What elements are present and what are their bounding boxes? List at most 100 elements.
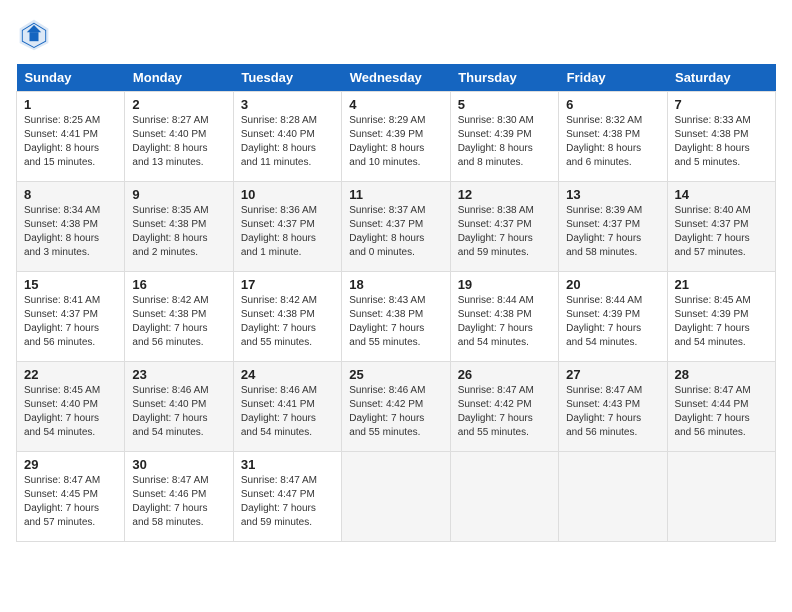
calendar-day: 2Sunrise: 8:27 AMSunset: 4:40 PMDaylight…	[125, 92, 233, 182]
calendar-day: 1 Sunrise: 8:25 AMSunset: 4:41 PMDaylight…	[17, 92, 125, 182]
calendar-day: 30 Sunrise: 8:47 AMSunset: 4:46 PMDayligh…	[125, 452, 233, 542]
header-friday: Friday	[559, 64, 667, 92]
calendar-day: 9 Sunrise: 8:35 AMSunset: 4:38 PMDaylight…	[125, 182, 233, 272]
calendar-day: 27 Sunrise: 8:47 AMSunset: 4:43 PMDayligh…	[559, 362, 667, 452]
calendar-day: 13Sunrise: 8:39 AMSunset: 4:37 PMDayligh…	[559, 182, 667, 272]
logo	[16, 16, 56, 52]
header-sunday: Sunday	[17, 64, 125, 92]
calendar-day: 24Sunrise: 8:46 AMSunset: 4:41 PMDayligh…	[233, 362, 341, 452]
calendar-day: 6Sunrise: 8:32 AMSunset: 4:38 PMDaylight…	[559, 92, 667, 182]
day-info: Sunrise: 8:37 AMSunset: 4:37 PMDaylight:…	[349, 204, 442, 260]
calendar-day: 21 Sunrise: 8:45 AMSunset: 4:39 PMDayligh…	[667, 272, 775, 362]
day-info: Sunrise: 8:47 AMSunset: 4:47 PMDaylight:…	[241, 474, 334, 530]
calendar-day: 5Sunrise: 8:30 AMSunset: 4:39 PMDaylight…	[450, 92, 558, 182]
day-number: 17	[241, 277, 334, 292]
calendar-day	[342, 452, 450, 542]
day-number: 11	[349, 187, 442, 202]
calendar-day: 22 Sunrise: 8:45 AMSunset: 4:40 PMDayligh…	[17, 362, 125, 452]
day-number: 1	[24, 97, 117, 112]
day-number: 16	[132, 277, 225, 292]
calendar-day: 18 Sunrise: 8:43 AMSunset: 4:38 PMDayligh…	[342, 272, 450, 362]
day-number: 29	[24, 457, 117, 472]
calendar-day: 14 Sunrise: 8:40 AMSunset: 4:37 PMDayligh…	[667, 182, 775, 272]
calendar-day: 17Sunrise: 8:42 AMSunset: 4:38 PMDayligh…	[233, 272, 341, 362]
day-info: Sunrise: 8:46 AMSunset: 4:41 PMDaylight:…	[241, 384, 334, 440]
day-info: Sunrise: 8:45 AMSunset: 4:39 PMDaylight:…	[675, 294, 768, 350]
day-info: Sunrise: 8:47 AMSunset: 4:45 PMDaylight:…	[24, 474, 117, 530]
logo-icon	[16, 16, 52, 52]
day-number: 31	[241, 457, 334, 472]
day-info: Sunrise: 8:34 AMSunset: 4:38 PMDaylight:…	[24, 204, 117, 260]
day-info: Sunrise: 8:40 AMSunset: 4:37 PMDaylight:…	[675, 204, 768, 260]
calendar-day: 28Sunrise: 8:47 AMSunset: 4:44 PMDayligh…	[667, 362, 775, 452]
day-number: 18	[349, 277, 442, 292]
day-info: Sunrise: 8:36 AMSunset: 4:37 PMDaylight:…	[241, 204, 334, 260]
header-saturday: Saturday	[667, 64, 775, 92]
calendar-day: 29 Sunrise: 8:47 AMSunset: 4:45 PMDayligh…	[17, 452, 125, 542]
day-number: 20	[566, 277, 659, 292]
calendar-day: 16 Sunrise: 8:42 AMSunset: 4:38 PMDayligh…	[125, 272, 233, 362]
day-number: 22	[24, 367, 117, 382]
day-number: 8	[24, 187, 117, 202]
day-info: Sunrise: 8:45 AMSunset: 4:40 PMDaylight:…	[24, 384, 117, 440]
calendar-day: 19 Sunrise: 8:44 AMSunset: 4:38 PMDayligh…	[450, 272, 558, 362]
calendar-day	[667, 452, 775, 542]
calendar-week-3: 15 Sunrise: 8:41 AMSunset: 4:37 PMDayligh…	[17, 272, 776, 362]
day-info: Sunrise: 8:29 AMSunset: 4:39 PMDaylight:…	[349, 114, 442, 170]
day-number: 19	[458, 277, 551, 292]
day-info: Sunrise: 8:46 AMSunset: 4:42 PMDaylight:…	[349, 384, 442, 440]
calendar-table: SundayMondayTuesdayWednesdayThursdayFrid…	[16, 64, 776, 542]
day-number: 4	[349, 97, 442, 112]
day-info: Sunrise: 8:46 AMSunset: 4:40 PMDaylight:…	[132, 384, 225, 440]
header-monday: Monday	[125, 64, 233, 92]
calendar-day: 25 Sunrise: 8:46 AMSunset: 4:42 PMDayligh…	[342, 362, 450, 452]
calendar-day: 4 Sunrise: 8:29 AMSunset: 4:39 PMDaylight…	[342, 92, 450, 182]
day-info: Sunrise: 8:44 AMSunset: 4:39 PMDaylight:…	[566, 294, 659, 350]
calendar-day: 3 Sunrise: 8:28 AMSunset: 4:40 PMDaylight…	[233, 92, 341, 182]
calendar-day: 10Sunrise: 8:36 AMSunset: 4:37 PMDayligh…	[233, 182, 341, 272]
day-number: 30	[132, 457, 225, 472]
calendar-week-2: 8 Sunrise: 8:34 AMSunset: 4:38 PMDaylight…	[17, 182, 776, 272]
calendar-day: 20 Sunrise: 8:44 AMSunset: 4:39 PMDayligh…	[559, 272, 667, 362]
page-header	[16, 16, 776, 52]
day-info: Sunrise: 8:41 AMSunset: 4:37 PMDaylight:…	[24, 294, 117, 350]
day-number: 21	[675, 277, 768, 292]
day-info: Sunrise: 8:43 AMSunset: 4:38 PMDaylight:…	[349, 294, 442, 350]
day-info: Sunrise: 8:47 AMSunset: 4:44 PMDaylight:…	[675, 384, 768, 440]
day-info: Sunrise: 8:39 AMSunset: 4:37 PMDaylight:…	[566, 204, 659, 260]
day-number: 23	[132, 367, 225, 382]
day-info: Sunrise: 8:35 AMSunset: 4:38 PMDaylight:…	[132, 204, 225, 260]
day-number: 15	[24, 277, 117, 292]
day-number: 12	[458, 187, 551, 202]
calendar-day: 26 Sunrise: 8:47 AMSunset: 4:42 PMDayligh…	[450, 362, 558, 452]
calendar-week-4: 22 Sunrise: 8:45 AMSunset: 4:40 PMDayligh…	[17, 362, 776, 452]
day-number: 3	[241, 97, 334, 112]
day-number: 14	[675, 187, 768, 202]
calendar-day: 7 Sunrise: 8:33 AMSunset: 4:38 PMDaylight…	[667, 92, 775, 182]
calendar-header-row: SundayMondayTuesdayWednesdayThursdayFrid…	[17, 64, 776, 92]
day-number: 25	[349, 367, 442, 382]
calendar-week-5: 29 Sunrise: 8:47 AMSunset: 4:45 PMDayligh…	[17, 452, 776, 542]
calendar-day: 15 Sunrise: 8:41 AMSunset: 4:37 PMDayligh…	[17, 272, 125, 362]
day-info: Sunrise: 8:28 AMSunset: 4:40 PMDaylight:…	[241, 114, 334, 170]
calendar-day: 12 Sunrise: 8:38 AMSunset: 4:37 PMDayligh…	[450, 182, 558, 272]
calendar-day: 11 Sunrise: 8:37 AMSunset: 4:37 PMDayligh…	[342, 182, 450, 272]
day-number: 27	[566, 367, 659, 382]
calendar-day: 23 Sunrise: 8:46 AMSunset: 4:40 PMDayligh…	[125, 362, 233, 452]
day-info: Sunrise: 8:25 AMSunset: 4:41 PMDaylight:…	[24, 114, 117, 170]
day-info: Sunrise: 8:44 AMSunset: 4:38 PMDaylight:…	[458, 294, 551, 350]
day-info: Sunrise: 8:30 AMSunset: 4:39 PMDaylight:…	[458, 114, 551, 170]
day-info: Sunrise: 8:47 AMSunset: 4:43 PMDaylight:…	[566, 384, 659, 440]
day-info: Sunrise: 8:47 AMSunset: 4:46 PMDaylight:…	[132, 474, 225, 530]
day-info: Sunrise: 8:38 AMSunset: 4:37 PMDaylight:…	[458, 204, 551, 260]
header-wednesday: Wednesday	[342, 64, 450, 92]
day-number: 26	[458, 367, 551, 382]
day-number: 9	[132, 187, 225, 202]
calendar-day: 31 Sunrise: 8:47 AMSunset: 4:47 PMDayligh…	[233, 452, 341, 542]
day-info: Sunrise: 8:33 AMSunset: 4:38 PMDaylight:…	[675, 114, 768, 170]
day-info: Sunrise: 8:47 AMSunset: 4:42 PMDaylight:…	[458, 384, 551, 440]
header-thursday: Thursday	[450, 64, 558, 92]
day-info: Sunrise: 8:42 AMSunset: 4:38 PMDaylight:…	[132, 294, 225, 350]
calendar-day	[559, 452, 667, 542]
day-number: 7	[675, 97, 768, 112]
